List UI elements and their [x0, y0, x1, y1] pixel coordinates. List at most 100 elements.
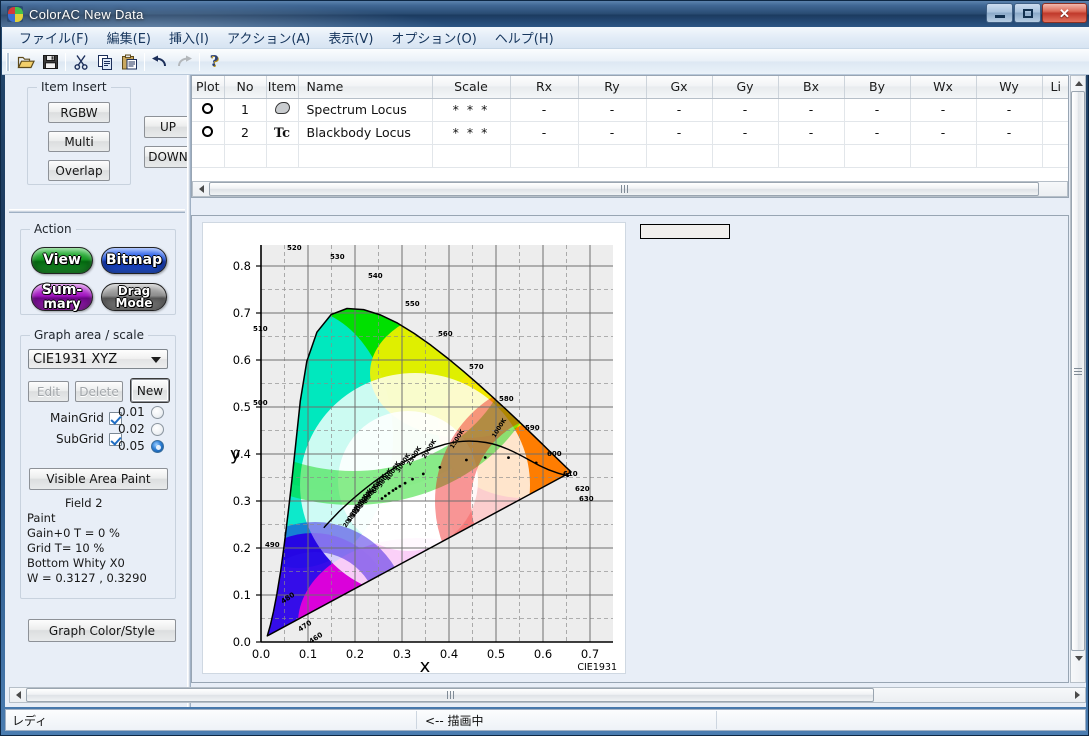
summary-button[interactable]: Sum- mary [31, 283, 93, 311]
scroll-left-arrow[interactable] [10, 688, 26, 702]
col-wy[interactable]: Wy [976, 76, 1043, 99]
col-ry[interactable]: Ry [578, 76, 647, 99]
svg-text:620: 620 [575, 485, 590, 493]
paste-icon[interactable] [117, 51, 141, 73]
x-axis-title: x [420, 656, 431, 673]
col-scale[interactable]: Scale [432, 76, 511, 99]
col-rx[interactable]: Rx [510, 76, 579, 99]
table-row[interactable]: 1 Spectrum Locus * * * - - - - - - - - [192, 98, 1068, 122]
delete-button[interactable]: Delete [75, 381, 123, 402]
window-controls: ✕ [986, 3, 1087, 23]
maingrid-checkbox-row[interactable]: MainGrid [50, 411, 122, 425]
col-plot[interactable]: Plot [192, 76, 225, 99]
menu-edit[interactable]: 編集(E) [98, 26, 160, 49]
table-horizontal-scrollbar[interactable] [192, 181, 1068, 197]
grid-step-001-radio[interactable] [150, 405, 164, 419]
client-vertical-scrollbar[interactable] [1070, 75, 1086, 683]
scroll-grip-icon [446, 691, 454, 699]
menu-view[interactable]: 表示(V) [319, 26, 382, 49]
up-button[interactable]: UP [144, 116, 192, 138]
client-horizontal-scrollbar[interactable] [9, 687, 1086, 703]
table-scroll-thumb[interactable] [209, 182, 1039, 196]
col-by[interactable]: By [844, 76, 911, 99]
copy-icon[interactable] [93, 51, 117, 73]
table-row[interactable]: 2 Tc Blackbody Locus * * * - - - - - - -… [192, 121, 1068, 145]
rgbw-button[interactable]: RGBW [48, 102, 110, 123]
edit-button[interactable]: Edit [28, 381, 69, 402]
help-question-icon[interactable]: ? ? [203, 51, 227, 73]
new-button[interactable]: New [131, 379, 169, 402]
menu-insert[interactable]: 挿入(I) [160, 26, 218, 49]
cell-plot[interactable] [192, 98, 225, 122]
grid-step-005-row[interactable]: 0.05 [118, 439, 164, 453]
client-scroll-thumb-h[interactable] [26, 688, 874, 702]
left-splitter-horizontal[interactable] [9, 209, 185, 213]
col-li[interactable]: Li [1042, 76, 1068, 99]
cell-wx: - [910, 121, 977, 145]
menu-help[interactable]: ヘルプ(H) [486, 26, 563, 49]
grid-step-001-row[interactable]: 0.01 [118, 405, 164, 419]
status-empty-pane [716, 711, 1085, 729]
bitmap-button[interactable]: Bitmap [101, 247, 167, 274]
title-bar[interactable]: ColorAC New Data ✕ [1, 1, 1089, 27]
cell-by: - [844, 98, 911, 122]
svg-text:0.6: 0.6 [233, 353, 251, 367]
subgrid-checkbox-row[interactable]: SubGrid [56, 432, 123, 446]
scroll-up-arrow[interactable] [1071, 76, 1087, 91]
cell-plot[interactable] [192, 121, 225, 145]
table-row-empty[interactable] [192, 144, 1068, 168]
minimize-button[interactable] [986, 3, 1013, 23]
cell-rx: - [510, 98, 579, 122]
grid-step-005-label: 0.05 [118, 439, 145, 453]
view-button[interactable]: View [31, 247, 93, 274]
grid-step-002-row[interactable]: 0.02 [118, 422, 164, 436]
menu-options[interactable]: オプション(O) [382, 26, 485, 49]
cell-gy: - [712, 98, 779, 122]
items-table: Plot No Item Name Scale Rx Ry Gx Gy Bx B… [192, 76, 1068, 168]
scroll-left-arrow[interactable] [193, 182, 209, 196]
close-button[interactable]: ✕ [1042, 3, 1087, 23]
item-insert-pane: Item Insert RGBW Multi Overlap UP DOWN [5, 75, 192, 207]
status-ready: レディ [12, 713, 48, 728]
down-button[interactable]: DOWN [144, 146, 192, 168]
multi-button[interactable]: Multi [48, 131, 110, 152]
svg-text:590: 590 [525, 424, 540, 432]
cut-scissors-icon[interactable] [69, 51, 93, 73]
drag-mode-button[interactable]: Drag Mode [101, 283, 167, 311]
legend-box[interactable] [640, 224, 730, 239]
grid-step-005-radio[interactable] [150, 439, 164, 453]
menu-action[interactable]: アクション(A) [218, 26, 319, 49]
scale-select[interactable]: CIE1931 XYZ [28, 349, 168, 369]
menu-file[interactable]: ファイル(F) [10, 26, 98, 49]
grid-step-002-radio[interactable] [150, 422, 164, 436]
cie1931-chromaticity-diagram[interactable]: 460 470 480 490 500 510 520 530 540 550 … [203, 223, 625, 673]
col-item[interactable]: Item [266, 76, 299, 99]
col-no[interactable]: No [224, 76, 267, 99]
open-folder-icon[interactable] [14, 51, 38, 73]
svg-text:0.7: 0.7 [581, 647, 599, 661]
overlap-button[interactable]: Overlap [48, 160, 110, 181]
graph-color-style-button[interactable]: Graph Color/Style [28, 619, 176, 642]
col-name[interactable]: Name [298, 76, 433, 99]
cell-scale: * * * [432, 121, 511, 145]
close-icon: ✕ [1059, 5, 1070, 21]
client-scroll-thumb[interactable] [1071, 91, 1085, 651]
svg-text:490: 490 [265, 541, 280, 549]
chart-panel: 460 470 480 490 500 510 520 530 540 550 … [191, 215, 1069, 683]
svg-text:?: ? [210, 54, 219, 70]
toolbar-grip[interactable] [6, 52, 10, 71]
restore-button[interactable] [1014, 3, 1041, 23]
scroll-right-arrow[interactable] [1069, 688, 1085, 702]
visible-area-paint-button[interactable]: Visible Area Paint [29, 468, 168, 490]
table-header-row: Plot No Item Name Scale Rx Ry Gx Gy Bx B… [192, 76, 1068, 99]
col-bx[interactable]: Bx [778, 76, 845, 99]
svg-text:0.3: 0.3 [233, 494, 251, 508]
col-gx[interactable]: Gx [646, 76, 713, 99]
right-splitter-horizontal[interactable] [191, 201, 1069, 209]
col-gy[interactable]: Gy [712, 76, 779, 99]
svg-text:0.2: 0.2 [233, 541, 251, 555]
undo-icon[interactable] [148, 51, 172, 73]
save-floppy-icon[interactable] [38, 51, 62, 73]
col-wx[interactable]: Wx [910, 76, 977, 99]
scroll-down-arrow[interactable] [1071, 651, 1087, 666]
